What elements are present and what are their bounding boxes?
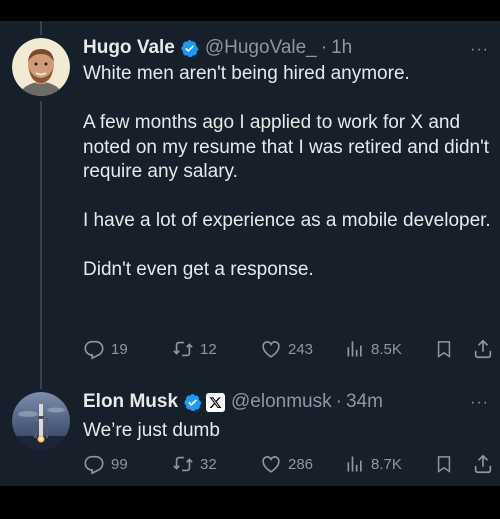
display-name[interactable]: Hugo Vale xyxy=(83,36,175,60)
verified-badge-icon xyxy=(180,39,199,58)
avatar[interactable] xyxy=(12,392,70,450)
retweet-count: 12 xyxy=(200,340,217,358)
retweet-icon xyxy=(173,341,193,357)
heart-icon xyxy=(262,341,280,358)
separator-dot: · xyxy=(320,37,328,58)
retweet-button[interactable]: 12 xyxy=(172,337,217,361)
reply-count: 19 xyxy=(111,340,128,358)
separator-dot: · xyxy=(335,391,342,412)
view-count: 8.7K xyxy=(371,455,402,473)
tweet-header: Hugo Vale @HugoVale_ · 1h xyxy=(83,36,352,60)
analytics-icon xyxy=(347,341,362,357)
view-count: 8.5K xyxy=(371,340,402,358)
like-button[interactable]: 243 xyxy=(260,337,313,361)
share-button[interactable] xyxy=(472,337,494,361)
tweet-text: White men aren't being hired anymore. A … xyxy=(83,63,491,280)
user-handle[interactable]: @elonmusk xyxy=(231,390,332,414)
x-affiliation-icon xyxy=(206,392,226,412)
analytics-icon xyxy=(347,456,362,472)
like-count: 243 xyxy=(288,340,314,358)
tweet-actions: 99 32 286 8.7K xyxy=(83,452,495,476)
more-options-icon[interactable]: ··· xyxy=(470,42,489,58)
retweet-icon xyxy=(173,456,193,472)
share-icon xyxy=(474,454,492,474)
reply-button[interactable]: 99 xyxy=(83,452,128,476)
timestamp[interactable]: 34m xyxy=(346,390,383,414)
bookmark-icon xyxy=(437,456,451,473)
hugo-avatar-image xyxy=(12,38,70,96)
status-bar-top xyxy=(0,0,500,21)
elon-avatar-image xyxy=(12,392,70,450)
thread-connector-top xyxy=(40,21,42,35)
verified-badge-icon xyxy=(183,393,202,412)
tweet-header: Elon Musk @elonmusk · 34m xyxy=(83,390,383,414)
like-count: 286 xyxy=(288,455,314,473)
reply-button[interactable]: 19 xyxy=(83,337,128,361)
tweet-text: We’re just dumb xyxy=(83,420,220,441)
retweet-count: 32 xyxy=(200,455,217,473)
reply-icon xyxy=(84,455,104,475)
avatar[interactable] xyxy=(12,38,70,96)
share-button[interactable] xyxy=(472,452,494,476)
share-icon xyxy=(474,339,492,359)
timestamp[interactable]: 1h xyxy=(331,36,352,60)
views-button[interactable]: 8.7K xyxy=(345,452,402,476)
display-name[interactable]: Elon Musk xyxy=(83,390,178,414)
user-handle[interactable]: @HugoVale_ xyxy=(205,36,317,60)
conversation-thread: Hugo Vale @HugoVale_ · 1h ··· White men … xyxy=(0,21,500,486)
views-button[interactable]: 8.5K xyxy=(345,337,402,361)
like-button[interactable]: 286 xyxy=(260,452,313,476)
more-options-icon[interactable]: ··· xyxy=(470,395,489,411)
reply-count: 99 xyxy=(111,455,128,473)
bookmark-button[interactable] xyxy=(434,337,454,361)
status-bar-bottom xyxy=(0,486,500,519)
heart-icon xyxy=(262,456,280,473)
tweet-actions: 19 12 243 8.5K xyxy=(83,337,495,361)
reply-icon xyxy=(84,340,104,360)
bookmark-button[interactable] xyxy=(434,452,454,476)
retweet-button[interactable]: 32 xyxy=(172,452,217,476)
thread-connector xyxy=(40,101,42,389)
bookmark-icon xyxy=(437,341,451,358)
